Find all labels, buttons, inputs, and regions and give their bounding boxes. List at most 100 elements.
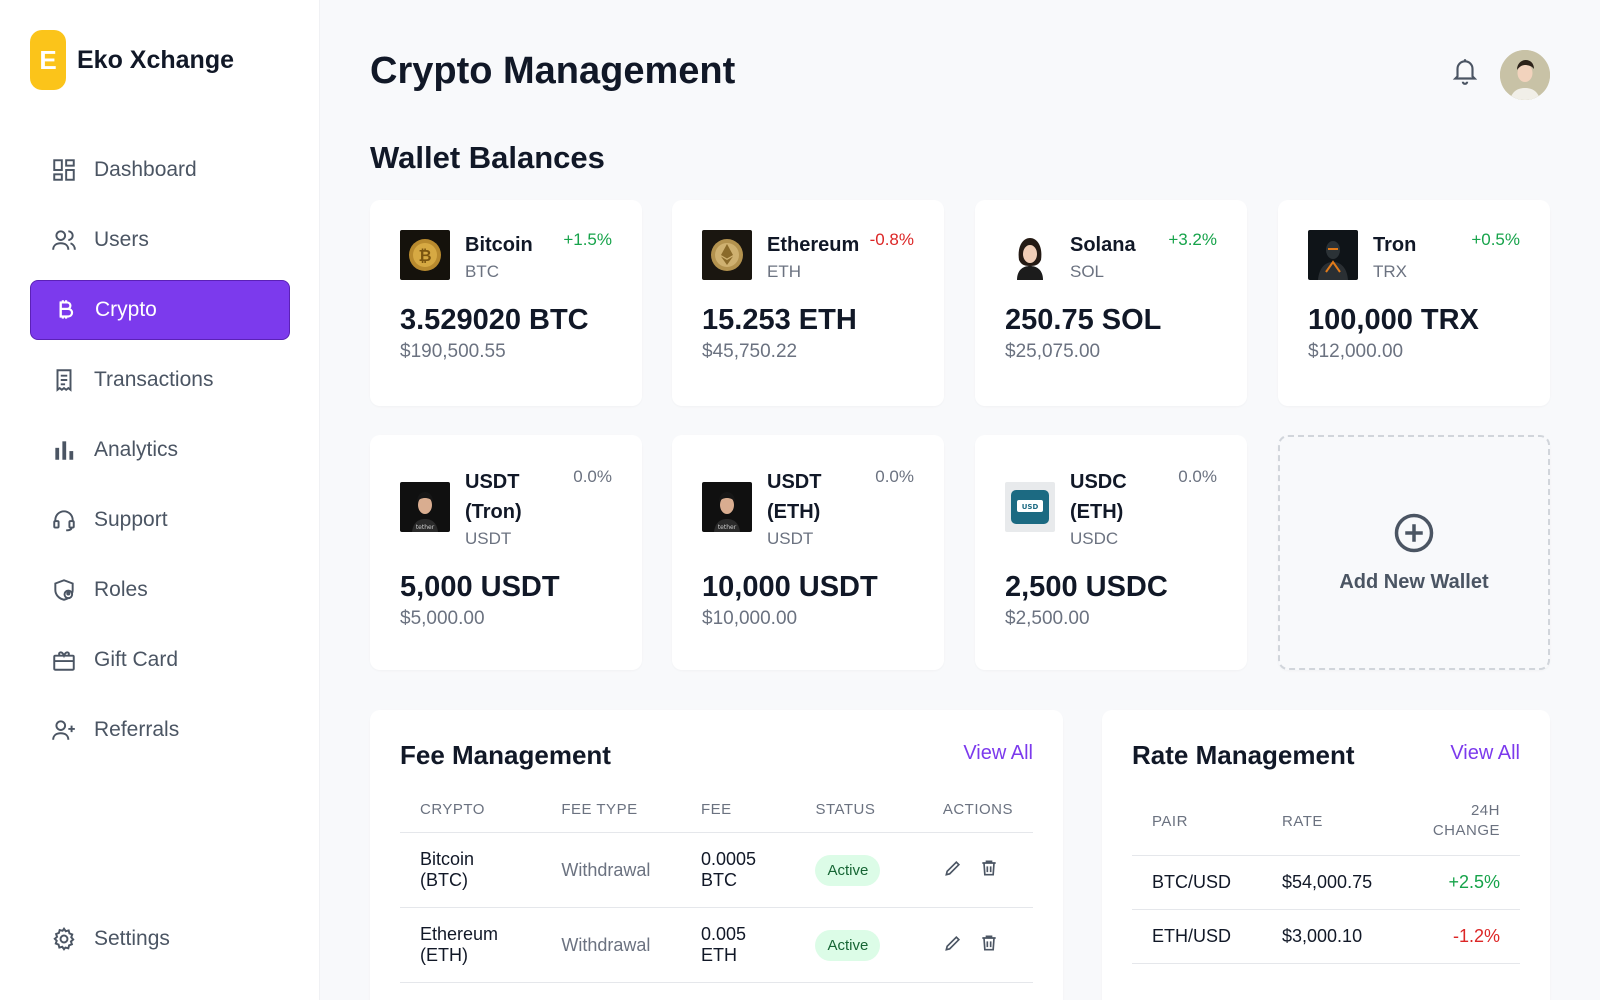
column-header[interactable]: FEE TYPE — [541, 801, 682, 833]
coin-name: Tron — [1373, 234, 1417, 256]
bell-icon[interactable] — [1452, 56, 1478, 86]
svg-text:₿: ₿ — [418, 246, 431, 265]
wallet-balance: 250.75 SOL — [1005, 304, 1162, 336]
status-badge: Active — [815, 929, 881, 961]
cell-crypto: Bitcoin (BTC) — [400, 832, 542, 908]
rate-view-all-link[interactable]: View All — [1450, 742, 1520, 765]
usdt-coin-icon: tether — [400, 482, 450, 532]
column-header[interactable]: RATE — [1262, 801, 1413, 856]
wallet-header: Tron TRX +0.5% — [1308, 230, 1520, 282]
bitcoin-icon — [51, 296, 79, 324]
ethereum-coin-icon — [702, 230, 752, 280]
sidebar-item-users[interactable]: Users — [30, 210, 290, 270]
column-header[interactable]: CRYPTO — [400, 801, 542, 833]
cell-pair: BTC/USD — [1132, 855, 1262, 910]
coin-symbol: TRX — [1373, 262, 1407, 281]
wallet-card-bitcoin[interactable]: ₿ Bitcoin BTC +1.5% 3.529020 BTC $190,50… — [370, 200, 642, 406]
section-title-wallet-balances: Wallet Balances — [370, 140, 605, 175]
sidebar-item-crypto[interactable]: Crypto — [30, 280, 290, 340]
sidebar-item-referrals[interactable]: Referrals — [30, 700, 290, 760]
column-header[interactable]: 24H CHANGE — [1412, 801, 1520, 856]
column-header[interactable]: ACTIONS — [922, 801, 1033, 833]
wallet-balance: 5,000 USDT — [400, 571, 560, 603]
bar-chart-icon — [50, 436, 78, 464]
wallet-usd-value: $45,750.22 — [702, 341, 798, 362]
cell-actions — [922, 907, 1033, 983]
wallet-balance: 100,000 TRX — [1308, 304, 1479, 336]
sidebar-item-label: Analytics — [94, 438, 179, 461]
wallet-header: tether USDT (ETH) USDT 0.0% — [702, 467, 914, 549]
wallet-card-usdc-eth[interactable]: USD USDC (ETH) USDC 0.0% 2,500 USDC $2,5… — [975, 435, 1247, 670]
wallet-card-ethereum[interactable]: Ethereum ETH -0.8% 15.253 ETH $45,750.22 — [672, 200, 944, 406]
panel-title: Fee Management — [400, 740, 611, 770]
table-row: BTC/USD $54,000.75 +2.5% — [1132, 855, 1520, 910]
coin-change: 0.0% — [875, 467, 914, 486]
cell-fee: 0.005 ETH — [681, 907, 796, 983]
coin-change: +0.5% — [1471, 230, 1520, 249]
cell-actions — [922, 832, 1033, 908]
sidebar-item-label: Support — [94, 508, 168, 531]
cell-fee-type: Withdrawal — [541, 907, 682, 983]
brand[interactable]: E Eko Xchange — [30, 30, 234, 90]
sidebar-item-roles[interactable]: Roles — [30, 560, 290, 620]
add-wallet-label: Add New Wallet — [1339, 570, 1489, 593]
trash-icon[interactable] — [979, 933, 999, 953]
page-title: Crypto Management — [370, 50, 736, 92]
svg-text:USD: USD — [1022, 503, 1039, 511]
column-header[interactable]: PAIR — [1132, 801, 1262, 856]
wallet-usd-value: $5,000.00 — [400, 608, 485, 629]
rate-management-panel: Rate Management View All PAIR RATE 24H C… — [1102, 710, 1550, 1000]
coin-name: USDC (ETH) — [1070, 471, 1127, 523]
sidebar-item-transactions[interactable]: Transactions — [30, 350, 290, 410]
dashboard-icon — [50, 156, 78, 184]
cell-crypto: Ethereum (ETH) — [400, 907, 542, 983]
sidebar-item-dashboard[interactable]: Dashboard — [30, 140, 290, 200]
wallet-header: ₿ Bitcoin BTC +1.5% — [400, 230, 612, 282]
wallet-card-usdt-eth[interactable]: tether USDT (ETH) USDT 0.0% 10,000 USDT … — [672, 435, 944, 670]
rate-table: PAIR RATE 24H CHANGE BTC/USD $54,000.75 … — [1132, 801, 1520, 964]
column-header[interactable]: STATUS — [795, 801, 923, 833]
coin-symbol: USDC — [1070, 529, 1119, 548]
sidebar-item-label: Transactions — [94, 368, 214, 391]
cell-status: Active — [795, 832, 923, 908]
wallet-usd-value: $12,000.00 — [1308, 341, 1404, 362]
user-plus-icon — [50, 716, 78, 744]
edit-icon[interactable] — [943, 858, 963, 878]
wallet-balance: 2,500 USDC — [1005, 571, 1168, 603]
sidebar-item-support[interactable]: Support — [30, 490, 290, 550]
fee-view-all-link[interactable]: View All — [963, 742, 1033, 765]
cell-fee-type: Withdrawal — [541, 832, 682, 908]
wallet-balance: 15.253 ETH — [702, 304, 857, 336]
wallet-header: USD USDC (ETH) USDC 0.0% — [1005, 467, 1217, 549]
sidebar-item-settings[interactable]: Settings — [30, 909, 290, 969]
plus-circle-icon — [1393, 512, 1435, 559]
usdc-coin-icon: USD — [1005, 482, 1055, 532]
cell-fee: 0.0005 BTC — [681, 832, 796, 908]
edit-icon[interactable] — [943, 933, 963, 953]
column-header[interactable]: FEE — [681, 801, 796, 833]
coin-change: +1.5% — [563, 230, 612, 249]
gift-card-icon — [50, 646, 78, 674]
wallet-card-solana[interactable]: Solana SOL +3.2% 250.75 SOL $25,075.00 — [975, 200, 1247, 406]
sidebar-item-label: Crypto — [95, 298, 157, 321]
coin-name: USDT (Tron) — [465, 471, 522, 523]
tron-coin-icon — [1308, 230, 1358, 280]
fee-table: CRYPTO FEE TYPE FEE STATUS ACTIONS Bitco… — [400, 801, 1033, 983]
wallet-card-usdt-tron[interactable]: tether USDT (Tron) USDT 0.0% 5,000 USDT … — [370, 435, 642, 670]
sidebar-nav: Dashboard Users Crypto Transactions Anal… — [30, 140, 290, 770]
trash-icon[interactable] — [979, 858, 999, 878]
sidebar-item-label: Referrals — [94, 718, 180, 741]
avatar[interactable] — [1500, 50, 1550, 100]
table-header-row: CRYPTO FEE TYPE FEE STATUS ACTIONS — [400, 801, 1033, 833]
add-new-wallet-button[interactable]: Add New Wallet — [1278, 435, 1550, 670]
bitcoin-coin-icon: ₿ — [400, 230, 450, 280]
cell-pair: ETH/USD — [1132, 909, 1262, 964]
wallet-usd-value: $2,500.00 — [1005, 608, 1090, 629]
users-icon — [50, 226, 78, 254]
wallet-card-tron[interactable]: Tron TRX +0.5% 100,000 TRX $12,000.00 — [1278, 200, 1550, 406]
wallet-usd-value: $25,075.00 — [1005, 341, 1101, 362]
sidebar-item-analytics[interactable]: Analytics — [30, 420, 290, 480]
cell-status: Active — [795, 907, 923, 983]
sidebar-item-gift-card[interactable]: Gift Card — [30, 630, 290, 690]
coin-change: 0.0% — [573, 467, 612, 486]
